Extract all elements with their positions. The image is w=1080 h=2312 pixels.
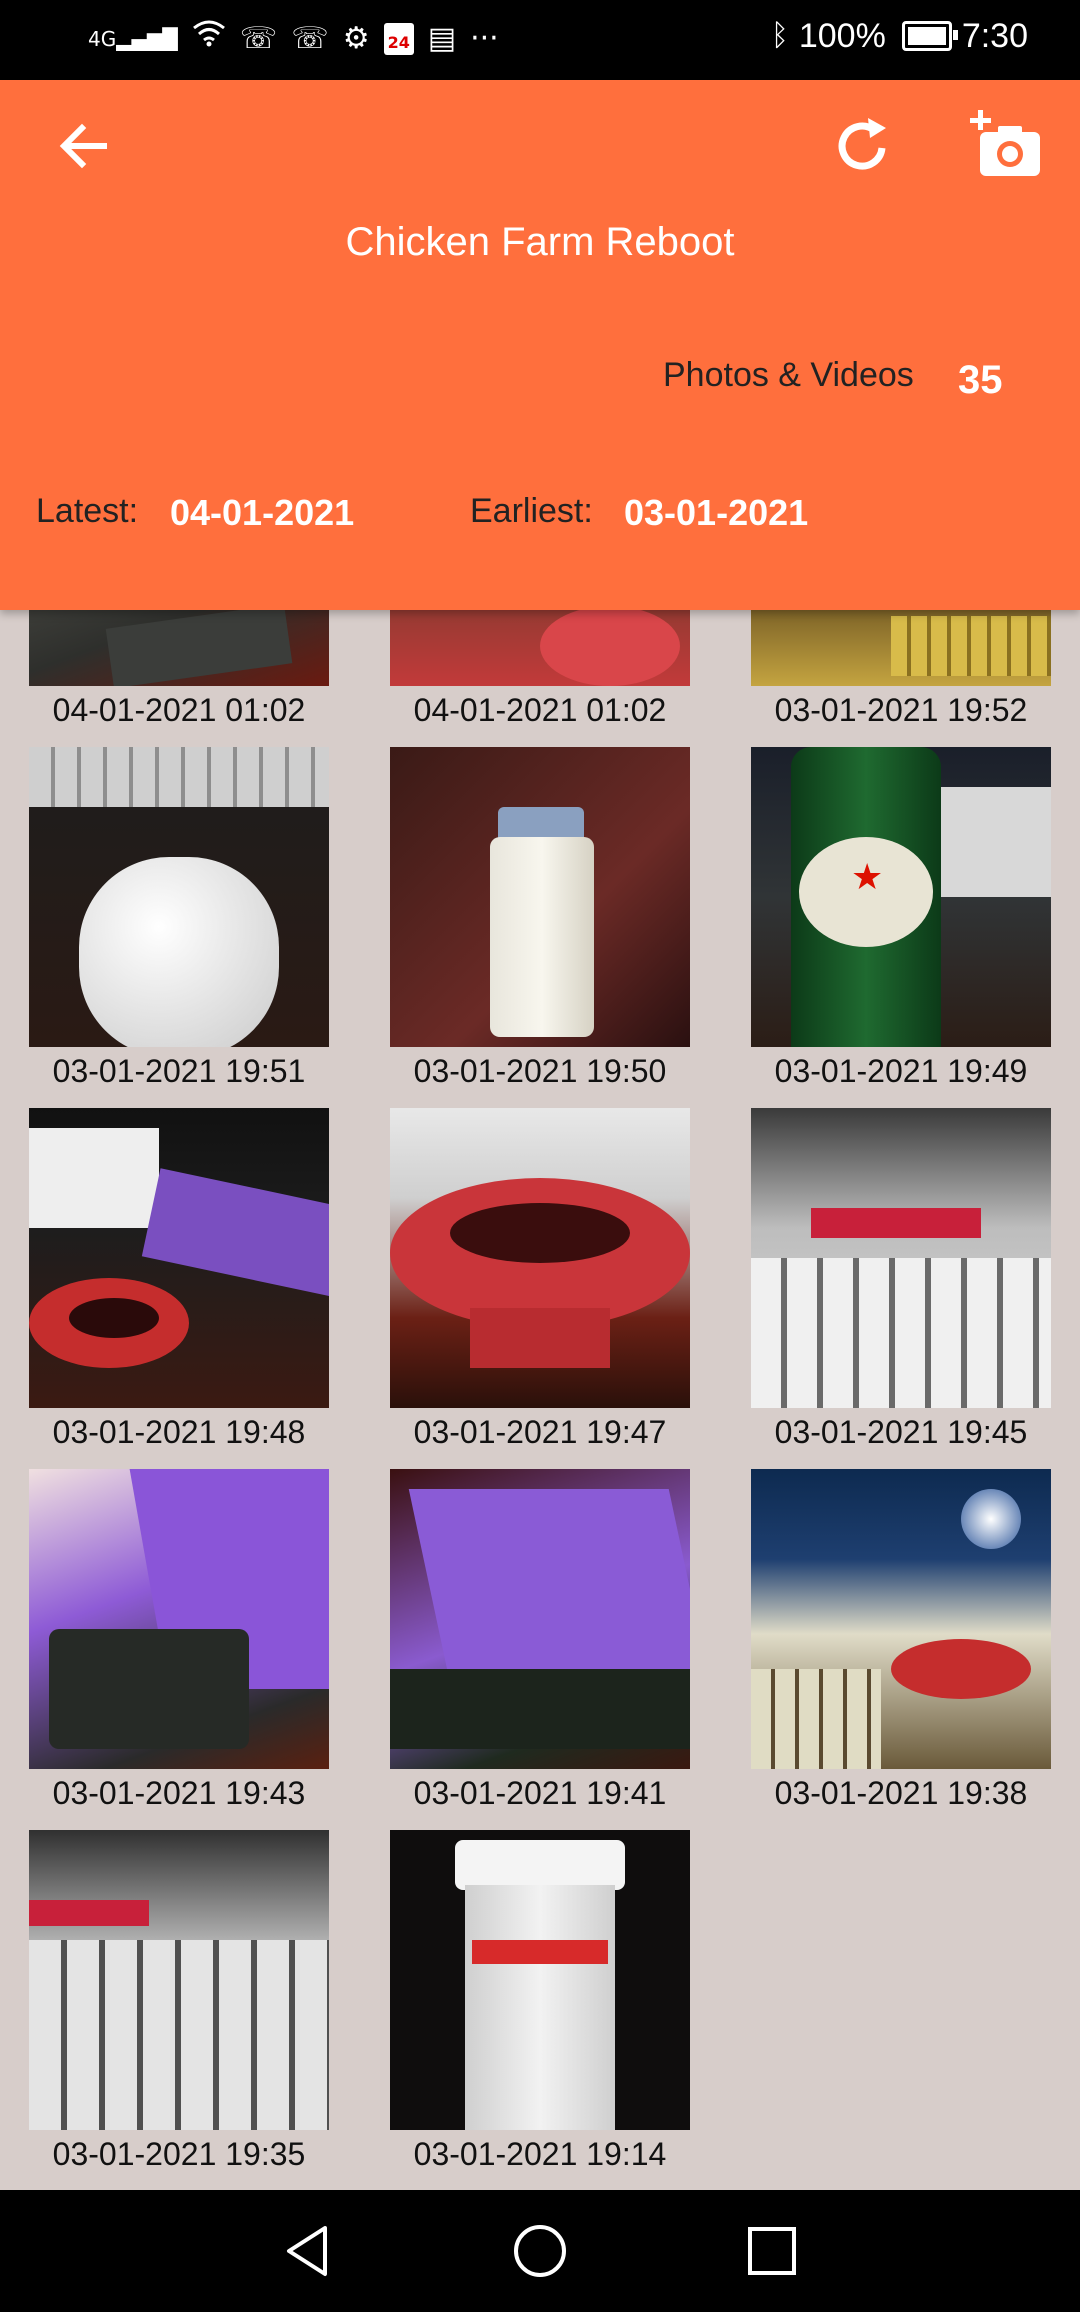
photo-tile[interactable]: 03-01-2021 19:43: [29, 1469, 329, 1812]
photo-thumbnail[interactable]: ★: [751, 747, 1051, 1047]
photo-tile[interactable]: 03-01-2021 19:35: [29, 1830, 329, 2173]
album-title: Chicken Farm Reboot: [345, 220, 735, 264]
photo-caption: 03-01-2021 19:35: [52, 2136, 306, 2172]
photo-caption: 03-01-2021 19:51: [52, 1053, 306, 1089]
nav-home-icon[interactable]: [509, 2220, 571, 2282]
photo-caption: 03-01-2021 19:49: [774, 1053, 1028, 1089]
photo-tile[interactable]: 03-01-2021 19:14: [390, 1830, 690, 2173]
photo-caption: 03-01-2021 19:14: [413, 2136, 667, 2172]
photo-caption: 03-01-2021 19:52: [774, 692, 1028, 728]
photo-caption: 03-01-2021 19:38: [774, 1775, 1028, 1811]
system-navigation-bar: [0, 2190, 1080, 2312]
photo-tile[interactable]: 03-01-2021 19:47: [390, 1108, 690, 1451]
photo-tile[interactable]: 03-01-2021 19:50: [390, 747, 690, 1090]
photo-caption: 03-01-2021 19:48: [52, 1414, 306, 1450]
photo-caption: 03-01-2021 19:41: [413, 1775, 667, 1811]
photo-tile[interactable]: 03-01-2021 19:41: [390, 1469, 690, 1812]
photos-videos-count: 35: [958, 358, 1003, 402]
album-header: Chicken Farm Reboot Photos & Videos 35 L…: [0, 80, 1080, 610]
photo-tile[interactable]: 03-01-2021 19:38: [751, 1469, 1051, 1812]
photo-caption: 03-01-2021 19:47: [413, 1414, 667, 1450]
photo-thumbnail[interactable]: [390, 1830, 690, 2130]
refresh-icon[interactable]: [834, 110, 894, 180]
photo-caption: 03-01-2021 19:50: [413, 1053, 667, 1089]
photo-thumbnail[interactable]: [29, 1830, 329, 2130]
photo-tile[interactable]: ★ 03-01-2021 19:49: [751, 747, 1051, 1090]
back-arrow-icon[interactable]: [54, 116, 114, 176]
photo-thumbnail[interactable]: [29, 747, 329, 1047]
photo-thumbnail[interactable]: [29, 1108, 329, 1408]
nav-recents-icon[interactable]: [741, 2220, 803, 2282]
photo-thumbnail[interactable]: [751, 1469, 1051, 1769]
photo-tile[interactable]: 03-01-2021 19:45: [751, 1108, 1051, 1451]
photo-caption: 03-01-2021 19:43: [52, 1775, 306, 1811]
photo-thumbnail[interactable]: [29, 1469, 329, 1769]
earliest-date: 03-01-2021: [624, 492, 809, 533]
photo-caption: 04-01-2021 01:02: [413, 692, 667, 728]
earliest-label: Earliest:: [470, 492, 593, 530]
photo-tile[interactable]: 03-01-2021 19:51: [29, 747, 329, 1090]
photo-thumbnail[interactable]: [390, 747, 690, 1047]
photo-thumbnail[interactable]: [390, 1108, 690, 1408]
latest-date: 04-01-2021: [170, 492, 355, 533]
photo-thumbnail[interactable]: [390, 1469, 690, 1769]
photo-caption: 04-01-2021 01:02: [52, 692, 306, 728]
photos-videos-label: Photos & Videos: [663, 356, 914, 394]
photo-caption: 03-01-2021 19:45: [774, 1414, 1028, 1450]
add-photo-camera-icon[interactable]: [970, 108, 1042, 180]
latest-label: Latest:: [36, 492, 139, 530]
nav-back-icon[interactable]: [277, 2220, 339, 2282]
photo-thumbnail[interactable]: [751, 1108, 1051, 1408]
photo-tile[interactable]: 03-01-2021 19:48: [29, 1108, 329, 1451]
